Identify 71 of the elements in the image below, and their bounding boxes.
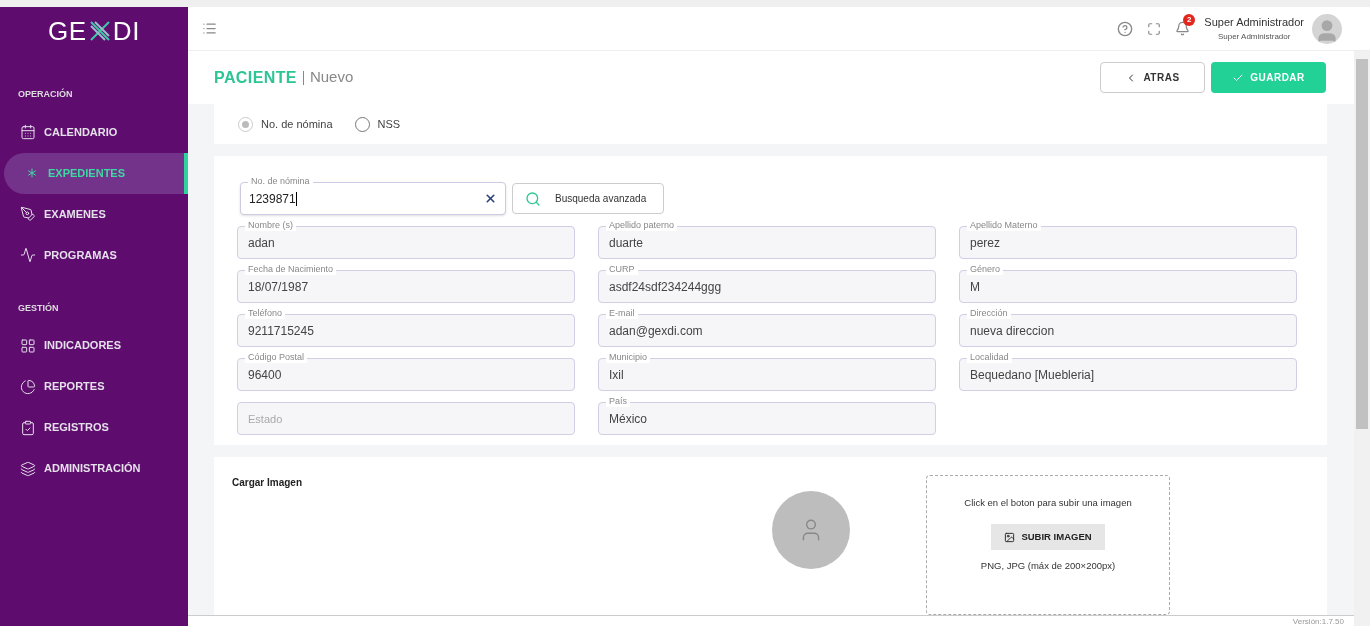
nav-item[interactable]: CALENDARIO bbox=[0, 111, 188, 153]
nav-icon bbox=[20, 378, 36, 395]
field-label: E-mail bbox=[606, 307, 638, 319]
bell-icon[interactable] bbox=[1175, 21, 1191, 36]
back-button[interactable]: ATRAS bbox=[1100, 62, 1205, 93]
radio-option[interactable]: NSS bbox=[354, 115, 401, 133]
avatar-icon[interactable] bbox=[1312, 13, 1342, 44]
field-value: 9211715245 bbox=[248, 322, 314, 340]
field-label: Apellido paterno bbox=[606, 219, 678, 231]
field-label: Nombre (s) bbox=[245, 219, 296, 231]
help-icon[interactable] bbox=[1117, 20, 1134, 37]
search-icon bbox=[525, 190, 541, 207]
section-heading: OPERACIÓN bbox=[17, 88, 74, 101]
logo-text: GE bbox=[47, 14, 87, 48]
field-value: nueva direccion bbox=[970, 322, 1055, 340]
nav-item[interactable]: EXPEDIENTES bbox=[4, 152, 188, 194]
upload-hint: Click en el boton para subir una imagen bbox=[964, 496, 1132, 510]
field-value: M bbox=[970, 278, 980, 296]
version-text: Versión:1.7.50 bbox=[1292, 616, 1344, 626]
field-label: Género bbox=[967, 263, 1004, 275]
field-label: Localidad bbox=[967, 351, 1012, 363]
field-value: Ixil bbox=[609, 366, 624, 384]
image-icon bbox=[1004, 531, 1016, 543]
nav-item[interactable]: PROGRAMAS bbox=[0, 234, 188, 276]
field-label: Apellido Materno bbox=[967, 219, 1041, 231]
field-label: País bbox=[606, 395, 630, 407]
nav-icon bbox=[20, 124, 36, 140]
field-label: Teléfono bbox=[245, 307, 286, 319]
text-field[interactable]: Estado bbox=[237, 402, 575, 435]
nav-icon bbox=[20, 206, 36, 222]
field-value: 18/07/1987 bbox=[248, 278, 309, 296]
field-value: Bequedano [Muebleria] bbox=[970, 366, 1095, 384]
logo-text: DI bbox=[112, 14, 141, 48]
field-value: perez bbox=[970, 234, 1001, 252]
section-heading: GESTIÓN bbox=[17, 301, 60, 315]
field-value: México bbox=[609, 410, 647, 428]
nav-item[interactable]: REGISTROS bbox=[0, 407, 188, 448]
nav-item[interactable]: REPORTES bbox=[0, 366, 188, 407]
nav-icon bbox=[20, 337, 36, 354]
field-label: No. de nómina bbox=[248, 175, 313, 187]
upload-formats: PNG, JPG (máx de 200×200px) bbox=[980, 559, 1116, 574]
nav-item[interactable]: EXAMENES bbox=[0, 193, 188, 235]
clear-icon[interactable] bbox=[484, 192, 497, 205]
field-value: adan@gexdi.com bbox=[609, 322, 703, 340]
nav-icon bbox=[20, 419, 36, 436]
scrollbar[interactable] bbox=[1354, 51, 1370, 626]
fullscreen-icon[interactable] bbox=[1147, 21, 1162, 36]
nav-item[interactable]: ADMINISTRACIÓN bbox=[0, 448, 188, 489]
field-label: CURP bbox=[606, 263, 638, 275]
field-value: asdf24sdf234244ggg bbox=[609, 278, 722, 296]
field-label: Fecha de Nacimiento bbox=[245, 263, 337, 275]
radio-option[interactable]: No. de nómina bbox=[238, 115, 333, 133]
upload-image-button[interactable]: SUBIR IMAGEN bbox=[991, 524, 1105, 551]
field-value: 96400 bbox=[248, 366, 282, 384]
user-name: Super Administrador bbox=[1204, 15, 1304, 31]
field-value: 1239871 bbox=[249, 190, 296, 208]
advanced-search-button[interactable]: Busqueda avanzada bbox=[512, 183, 664, 214]
nav-icon bbox=[20, 460, 36, 477]
page-title: PACIENTE bbox=[214, 67, 297, 88]
field-value: duarte bbox=[609, 234, 644, 252]
page-subtitle: Nuevo bbox=[309, 67, 354, 88]
field-value: adan bbox=[248, 234, 275, 252]
section-title: Cargar Imagen bbox=[232, 476, 304, 490]
user-role: Super Administrador bbox=[1217, 30, 1291, 43]
nav-icon bbox=[20, 247, 36, 263]
notification-badge: 2 bbox=[1183, 14, 1196, 26]
field-label: Código Postal bbox=[245, 351, 308, 363]
nav-item[interactable]: INDICADORES bbox=[0, 325, 188, 366]
field-label: Dirección bbox=[967, 307, 1011, 319]
field-label: Municipio bbox=[606, 351, 651, 363]
menu-icon[interactable] bbox=[202, 21, 217, 36]
